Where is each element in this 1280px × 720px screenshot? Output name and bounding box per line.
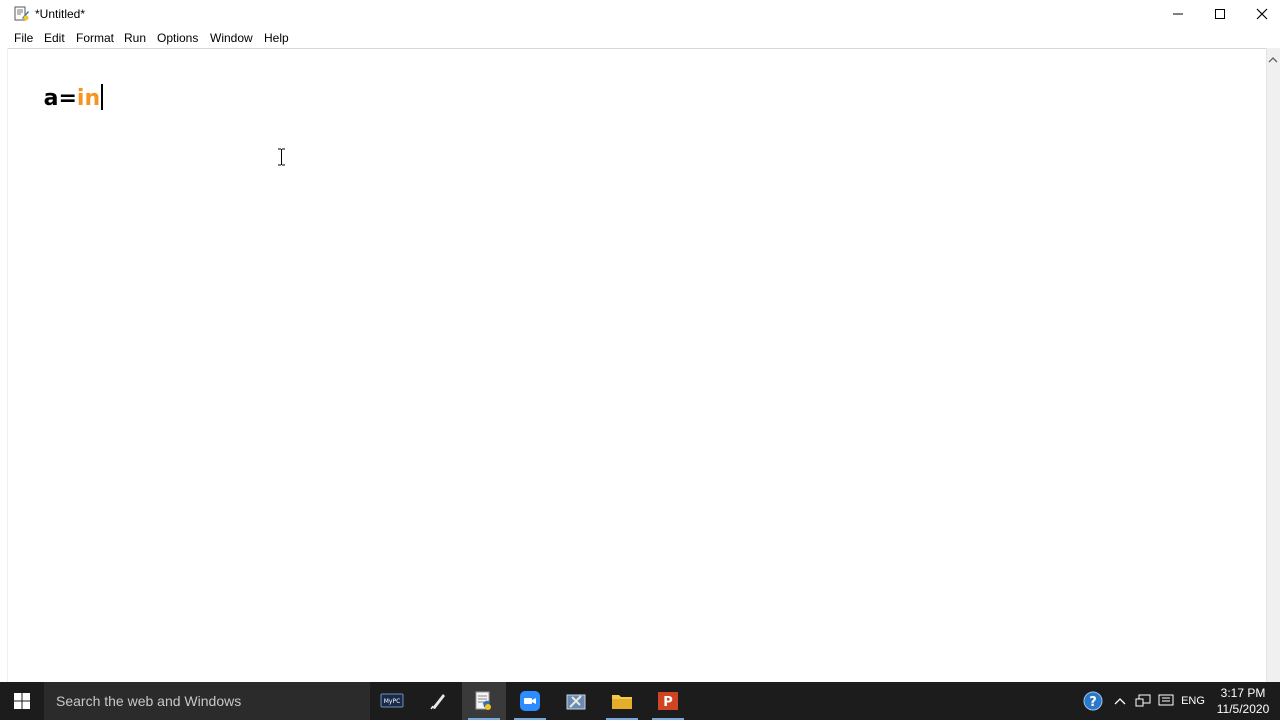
code-text: a= bbox=[43, 86, 77, 111]
taskbar-app-python-idle[interactable] bbox=[462, 682, 506, 720]
scroll-up-arrow-icon[interactable] bbox=[1268, 52, 1278, 63]
code-builtin-text: in bbox=[76, 86, 101, 111]
action-center-button[interactable] bbox=[1156, 682, 1176, 720]
title-bar[interactable]: *Untitled* bbox=[0, 0, 1280, 28]
quill-icon bbox=[430, 694, 445, 710]
close-button[interactable] bbox=[1241, 0, 1280, 28]
menu-options[interactable]: Options bbox=[157, 31, 198, 45]
window-title: *Untitled* bbox=[35, 7, 86, 21]
idle-app-icon bbox=[14, 6, 30, 22]
taskbar-clock[interactable]: 3:17 PM 11/5/2020 bbox=[1212, 685, 1274, 717]
menu-help[interactable]: Help bbox=[264, 31, 289, 45]
file-explorer-icon bbox=[612, 695, 632, 709]
show-hidden-icons-button[interactable] bbox=[1112, 682, 1128, 720]
taskbar-app-powerpoint[interactable]: P bbox=[646, 682, 690, 720]
text-caret bbox=[101, 84, 104, 110]
menu-file[interactable]: File bbox=[14, 31, 33, 45]
svg-text:MyPC: MyPC bbox=[384, 698, 401, 705]
minimize-icon bbox=[1173, 13, 1183, 15]
editor-left-gutter bbox=[0, 48, 8, 682]
language-text: ENG bbox=[1181, 695, 1205, 707]
menu-window[interactable]: Window bbox=[210, 31, 253, 45]
language-indicator[interactable]: ENG bbox=[1180, 682, 1206, 720]
taskbar: Search the web and Windows MyPC P ? ENG … bbox=[0, 682, 1280, 720]
notifications-icon bbox=[1158, 694, 1174, 706]
zoom-icon bbox=[520, 691, 540, 711]
code-editor[interactable] bbox=[8, 48, 1266, 682]
taskbar-app-mypc[interactable]: MyPC bbox=[370, 682, 414, 720]
clock-time: 3:17 PM bbox=[1220, 686, 1266, 700]
maximize-button[interactable] bbox=[1199, 0, 1241, 28]
taskbar-app-file-explorer[interactable] bbox=[600, 682, 644, 720]
chevron-up-icon bbox=[1114, 698, 1126, 705]
taskbar-app-quill[interactable] bbox=[416, 682, 460, 720]
python-idle-icon bbox=[475, 691, 491, 710]
toolbox-icon bbox=[566, 694, 586, 710]
svg-text:?: ? bbox=[1089, 695, 1097, 710]
powerpoint-icon: P bbox=[658, 692, 678, 710]
maximize-icon bbox=[1215, 9, 1225, 19]
help-icon: ? bbox=[1083, 691, 1103, 711]
menu-format[interactable]: Format bbox=[76, 31, 114, 45]
clock-date: 11/5/2020 bbox=[1216, 702, 1270, 716]
menu-run[interactable]: Run bbox=[124, 31, 146, 45]
menu-edit[interactable]: Edit bbox=[44, 31, 65, 45]
taskbar-app-zoom[interactable] bbox=[508, 682, 552, 720]
svg-text:P: P bbox=[663, 695, 673, 710]
ibeam-cursor-icon bbox=[277, 148, 286, 166]
code-line: a=in bbox=[13, 56, 104, 141]
menu-bar: File Edit Format Run Options Window Help bbox=[0, 28, 1280, 48]
network-icon bbox=[1135, 694, 1151, 707]
taskbar-search-box[interactable]: Search the web and Windows bbox=[44, 682, 370, 720]
minimize-button[interactable] bbox=[1157, 0, 1199, 28]
windows-logo-icon bbox=[14, 693, 30, 709]
start-button[interactable] bbox=[0, 682, 44, 720]
idle-editor-window: *Untitled* File Edit Format Run Options … bbox=[0, 0, 1280, 682]
network-tray-button[interactable] bbox=[1133, 682, 1153, 720]
close-icon bbox=[1256, 8, 1268, 20]
taskbar-app-toolbox[interactable] bbox=[554, 682, 598, 720]
vertical-scrollbar[interactable] bbox=[1266, 48, 1280, 682]
search-placeholder: Search the web and Windows bbox=[56, 693, 242, 709]
mypc-icon: MyPC bbox=[380, 693, 404, 708]
help-tray-button[interactable]: ? bbox=[1082, 682, 1104, 720]
